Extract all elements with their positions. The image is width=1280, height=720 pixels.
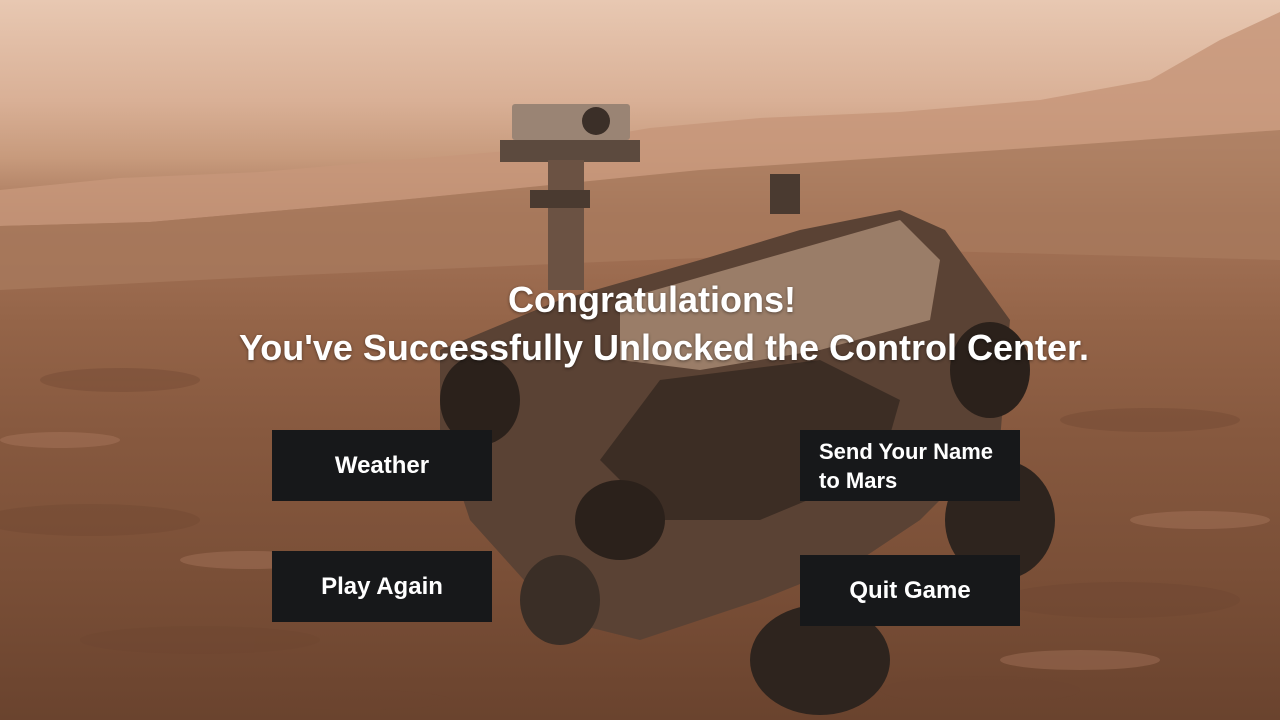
congratulations-title: Congratulations! You've Successfully Unl… xyxy=(0,276,1280,372)
title-line-1: Congratulations! xyxy=(508,279,796,320)
weather-button[interactable]: Weather xyxy=(272,430,492,501)
send-name-to-mars-button[interactable]: Send Your Name to Mars xyxy=(800,430,1020,501)
play-again-button[interactable]: Play Again xyxy=(272,551,492,622)
quit-game-button[interactable]: Quit Game xyxy=(800,555,1020,626)
title-line-2: You've Successfully Unlocked the Control… xyxy=(238,327,1090,368)
game-screen: Congratulations! You've Successfully Unl… xyxy=(0,0,1280,720)
